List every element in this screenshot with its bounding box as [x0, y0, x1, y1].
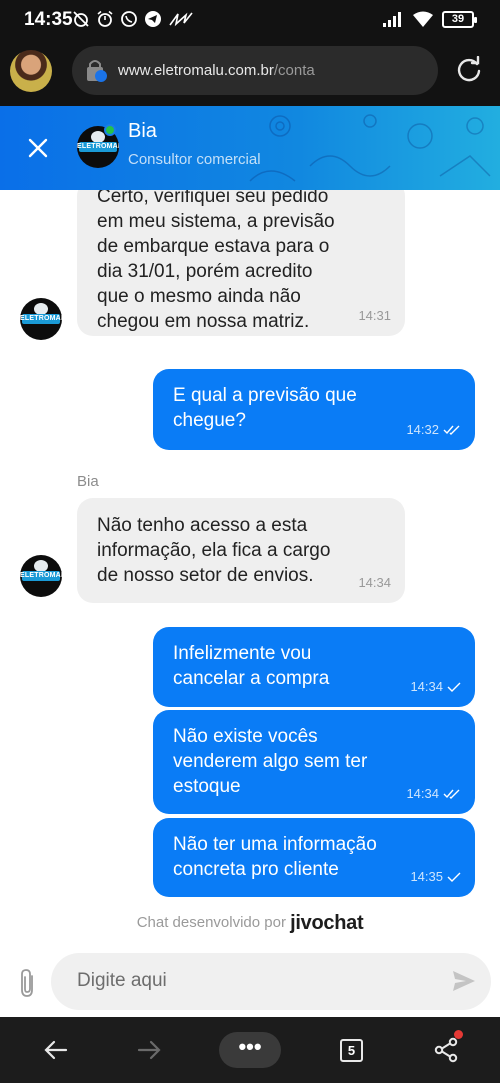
status-bar: 14:35 39 [0, 0, 500, 40]
message-time: 14:32 [406, 422, 439, 437]
agent-name: Bia [128, 120, 157, 142]
powered-by: Chat desenvolvido por jivochat [0, 912, 500, 935]
message-time: 14:34 [410, 679, 443, 694]
alarm-icon [97, 10, 113, 27]
browser-toolbar: www.eletromalu.com.br/conta [0, 40, 500, 106]
address-bar[interactable]: www.eletromalu.com.br/conta [72, 46, 438, 95]
attach-icon[interactable] [16, 968, 40, 998]
chat-header: ELETROMALU Bia Consultor comercial [0, 106, 500, 190]
signal-icon [383, 12, 401, 27]
browser-bottom-nav: ••• 5 [0, 1017, 500, 1083]
powered-by-text: Chat desenvolvido por [136, 914, 286, 931]
reload-icon[interactable] [455, 56, 483, 84]
message-time: 14:35 [410, 869, 443, 884]
menu-button[interactable]: ••• [219, 1032, 281, 1068]
message-bubble-incoming: Certo, verifiquei seu pedido em meu sist… [77, 190, 405, 336]
share-icon[interactable] [433, 1037, 459, 1063]
check-icon [447, 682, 461, 692]
sender-label: Bia [77, 473, 99, 490]
alarm-off-icon [73, 11, 89, 27]
back-arrow-icon[interactable] [43, 1037, 69, 1063]
site-info-icon[interactable] [86, 59, 108, 83]
double-check-icon [443, 425, 460, 435]
profile-avatar[interactable] [10, 50, 52, 92]
online-status-indicator [104, 124, 116, 136]
agent-avatar: ELETROMALU [20, 555, 62, 597]
message-time: 14:34 [406, 786, 439, 801]
signature-icon [169, 12, 193, 27]
whatsapp-icon [121, 11, 137, 27]
message-list[interactable]: Certo, verifiquei seu pedido em meu sist… [0, 190, 500, 950]
notification-dot [454, 1030, 463, 1039]
url-text[interactable]: www.eletromalu.com.br/conta [118, 62, 315, 79]
battery-icon: 39 [442, 10, 477, 28]
url-domain: www.eletromalu.com.br [118, 62, 274, 79]
message-text: Certo, verifiquei seu pedido em meu sist… [97, 190, 335, 332]
url-path: /conta [273, 62, 315, 79]
status-time: 14:35 [24, 9, 73, 30]
message-bubble-outgoing: Infelizmente vou cancelar a compra 14:34 [153, 627, 475, 707]
message-time: 14:31 [358, 308, 391, 323]
tabs-count-button[interactable]: 5 [340, 1039, 363, 1062]
wifi-icon [413, 11, 433, 27]
close-chat-button[interactable] [20, 130, 56, 166]
forward-arrow-icon[interactable] [136, 1037, 162, 1063]
message-bubble-outgoing: Não existe vocês venderem algo sem ter e… [153, 710, 475, 814]
system-icons: 39 [382, 10, 477, 28]
notification-icons [72, 10, 194, 28]
message-time: 14:34 [358, 575, 391, 590]
send-icon[interactable] [452, 970, 476, 992]
message-text: Não tenho acesso a esta informação, ela … [97, 515, 331, 586]
agent-avatar: ELETROMALU [20, 298, 62, 340]
message-bubble-outgoing: E qual a previsão que chegue? 14:32 [153, 369, 475, 450]
agent-role: Consultor comercial [128, 151, 261, 168]
check-icon [447, 872, 461, 882]
double-check-icon [443, 789, 460, 799]
logo-text: ELETROMALU [77, 143, 119, 150]
telegram-icon [145, 11, 161, 27]
message-bubble-outgoing: Não ter uma informação concreta pro clie… [153, 818, 475, 897]
jivochat-logo[interactable]: jivochat [290, 912, 363, 934]
message-input-placeholder: Digite aqui [77, 970, 167, 991]
header-pattern [249, 114, 491, 182]
message-bubble-incoming: Não tenho acesso a esta informação, ela … [77, 498, 405, 603]
